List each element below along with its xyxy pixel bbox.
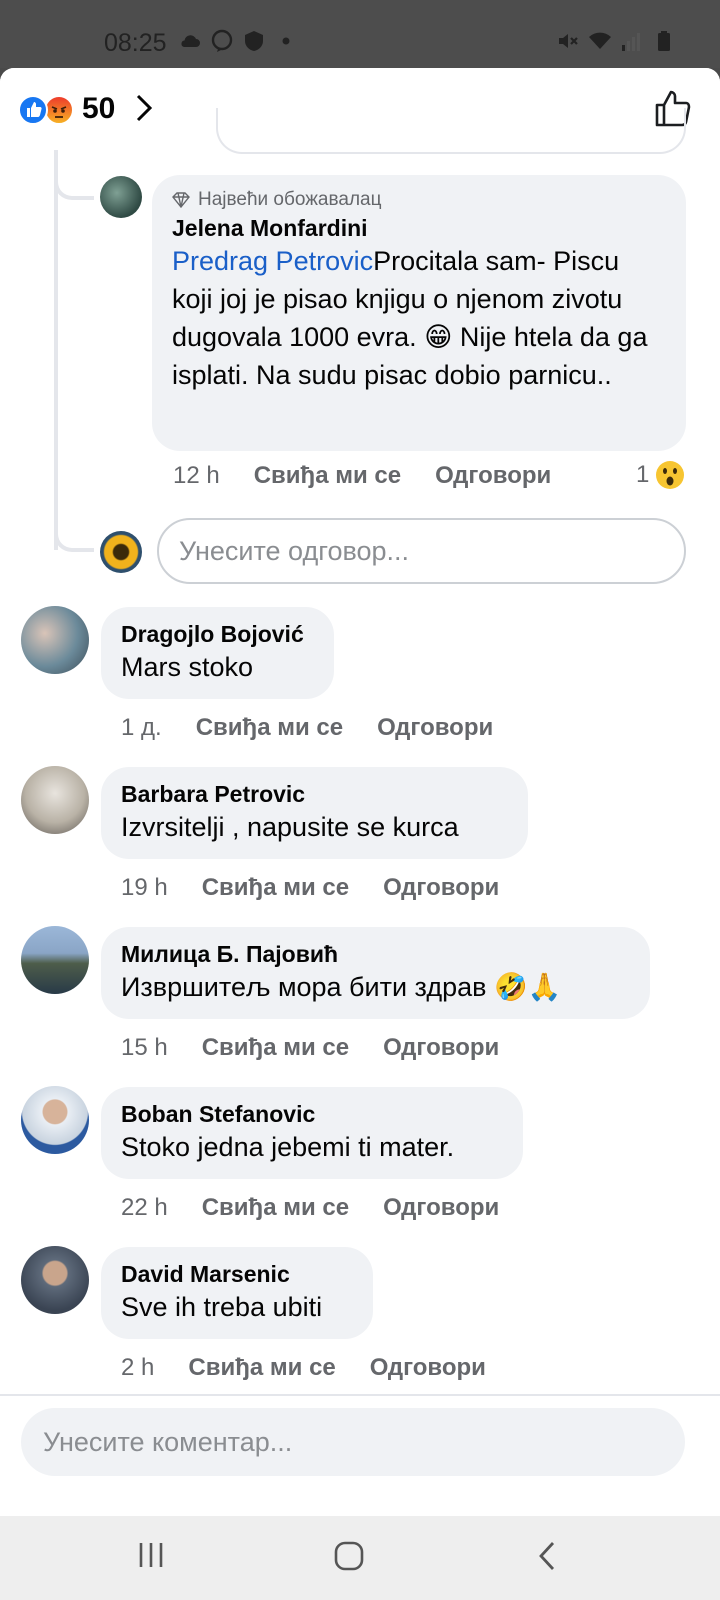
previous-comment-bubble-edge — [216, 108, 686, 154]
comment-text: Izvrsitelji , napusite se kurca — [121, 812, 459, 842]
like-button[interactable]: Свиђа ми се — [254, 462, 401, 490]
avatar[interactable] — [21, 926, 89, 994]
thread-connector — [54, 498, 94, 552]
comment-actions: 2 h Свиђа ми се Одговори — [121, 1354, 486, 1382]
like-button[interactable]: Свиђа ми се — [188, 1354, 335, 1382]
reply-comment-bubble: Највећи обожавалац Jelena Monfardini Pre… — [152, 175, 686, 451]
comment-time: 2 h — [121, 1354, 155, 1381]
status-time: 08:25 — [104, 29, 167, 57]
comment-author[interactable]: Boban Stefanovic — [121, 1101, 503, 1128]
mute-icon — [559, 34, 578, 48]
like-button[interactable]: Свиђа ми се — [202, 874, 349, 902]
comment-time: 22 h — [121, 1194, 168, 1221]
wifi-icon — [589, 32, 611, 49]
avatar[interactable] — [100, 176, 142, 218]
navigation-bar — [0, 1516, 720, 1600]
reaction-total[interactable]: 50 — [82, 92, 115, 126]
comment-author[interactable]: David Marsenic — [121, 1261, 353, 1288]
comment-text: Predrag PetrovicProcitala sam- Piscu koj… — [172, 246, 648, 390]
thread-connector — [54, 150, 94, 200]
avatar[interactable] — [21, 1086, 89, 1154]
comment-bubble: David Marsenic Sve ih treba ubiti — [101, 1247, 373, 1339]
chevron-right-icon[interactable] — [134, 92, 154, 124]
avatar[interactable] — [21, 766, 89, 834]
comment-bubble: Boban Stefanovic Stoko jedna jebemi ti m… — [101, 1087, 523, 1179]
comment-actions: 15 h Свиђа ми се Одговори — [121, 1034, 499, 1062]
reply-button[interactable]: Одговори — [435, 462, 551, 490]
battery-icon — [658, 31, 670, 51]
reply-button[interactable]: Одговори — [370, 1354, 486, 1382]
back-icon[interactable] — [536, 1540, 558, 1572]
wow-reaction-icon — [656, 461, 685, 489]
comment-input[interactable]: Унесите коментар... — [21, 1408, 685, 1476]
like-button[interactable]: Свиђа ми се — [202, 1194, 349, 1222]
reply-button[interactable]: Одговори — [383, 1194, 499, 1222]
avatar[interactable] — [21, 1246, 89, 1314]
mention-link[interactable]: Predrag Petrovic — [172, 246, 373, 276]
like-button[interactable]: Свиђа ми се — [202, 1034, 349, 1062]
shield-icon — [245, 31, 263, 51]
comment-bubble: Barbara Petrovic Izvrsitelji , napusite … — [101, 767, 528, 859]
comment-actions: 12 h Свиђа ми се Одговори — [173, 462, 551, 490]
comment-time: 1 д. — [121, 714, 162, 741]
status-bar: 08:25 — [0, 0, 720, 68]
comment-actions: 22 h Свиђа ми се Одговори — [121, 1194, 499, 1222]
comment-author[interactable]: Jelena Monfardini — [172, 215, 666, 242]
comment-bubble: Dragojlo Bojović Mars stoko — [101, 607, 334, 699]
comment-reaction-count[interactable]: 1 — [636, 460, 685, 490]
thread-line — [54, 150, 58, 550]
avatar — [100, 531, 142, 573]
angry-reaction-icon — [44, 95, 74, 125]
comments-sheet: 50 Највећи обожавалац Jelena Monfardini … — [0, 68, 720, 1516]
top-fan-badge: Највећи обожавалац — [198, 189, 382, 210]
composer-divider — [0, 1394, 720, 1396]
reply-button[interactable]: Одговори — [383, 1034, 499, 1062]
like-reaction-icon — [18, 95, 48, 125]
reply-input[interactable]: Унесите одговор... — [157, 518, 686, 584]
like-button[interactable]: Свиђа ми се — [196, 714, 343, 742]
comment-bubble: Милица Б. Пајовић Извршитељ мора бити зд… — [101, 927, 650, 1019]
signal-icon — [622, 33, 640, 51]
comment-text: Stoko jedna jebemi ti mater. — [121, 1132, 455, 1162]
comment-text: Sve ih treba ubiti — [121, 1292, 323, 1322]
comment-text: Извршитељ мора бити здрав 🤣🙏 — [121, 972, 562, 1002]
diamond-icon — [172, 192, 190, 208]
reply-button[interactable]: Одговори — [383, 874, 499, 902]
dot-icon — [282, 37, 290, 45]
comment-actions: 1 д. Свиђа ми се Одговори — [121, 714, 493, 742]
cloud-icon — [181, 35, 200, 47]
comment-time: 15 h — [121, 1034, 168, 1061]
reply-button[interactable]: Одговори — [377, 714, 493, 742]
home-icon[interactable] — [333, 1540, 365, 1572]
viber-icon — [211, 29, 233, 52]
comment-time: 12 h — [173, 462, 220, 489]
comment-author[interactable]: Милица Б. Пајовић — [121, 941, 630, 968]
comment-text: Mars stoko — [121, 652, 254, 682]
comment-author[interactable]: Barbara Petrovic — [121, 781, 508, 808]
comment-actions: 19 h Свиђа ми се Одговори — [121, 874, 499, 902]
comment-time: 19 h — [121, 874, 168, 901]
comment-author[interactable]: Dragojlo Bojović — [121, 621, 314, 648]
recent-apps-icon[interactable] — [136, 1540, 166, 1570]
avatar[interactable] — [21, 606, 89, 674]
